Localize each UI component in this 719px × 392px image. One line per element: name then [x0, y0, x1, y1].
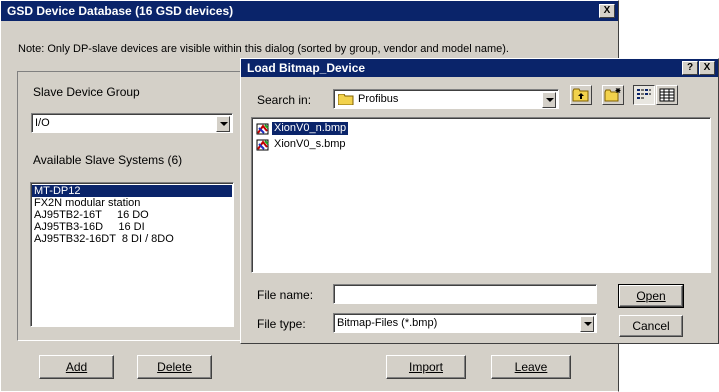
search-in-value: Profibus — [358, 93, 399, 105]
delete-button[interactable]: Delete — [137, 355, 212, 379]
available-slave-systems-label: Available Slave Systems (6) — [33, 153, 183, 167]
import-button[interactable]: Import — [386, 355, 466, 379]
dropdown-arrow-icon[interactable] — [216, 116, 230, 132]
up-folder-icon[interactable] — [570, 85, 592, 105]
cancel-button[interactable]: Cancel — [619, 315, 683, 337]
list-item[interactable]: XionV0_n.bmp — [255, 121, 707, 137]
list-item[interactable]: AJ95TB3-16D 16 DI — [32, 221, 232, 233]
file-name-label: File name: — [257, 288, 313, 302]
gsd-window-title: GSD Device Database (16 GSD devices) — [7, 4, 234, 18]
leave-button[interactable]: Leave — [491, 355, 571, 379]
toolbar — [569, 59, 719, 109]
list-view-icon[interactable] — [633, 85, 655, 105]
slave-systems-list[interactable]: MT-DP12 FX2N modular station AJ95TB2-16T… — [30, 182, 234, 327]
bitmap-file-icon — [256, 138, 270, 155]
file-type-value: Bitmap-Files (*.bmp) — [337, 317, 438, 329]
load-dialog-title: Load Bitmap_Device — [247, 61, 366, 75]
list-item[interactable]: AJ95TB32-16DT 8 DI / 8DO — [32, 233, 232, 245]
new-folder-icon[interactable] — [602, 85, 624, 105]
details-view-icon[interactable] — [656, 85, 678, 105]
search-in-text: Search in: — [257, 93, 312, 107]
search-in-label: Search in: — [257, 93, 311, 107]
open-button[interactable]: Open — [618, 284, 684, 308]
import-button-label: Import — [408, 360, 443, 374]
file-name-input[interactable] — [333, 284, 597, 304]
slave-device-group-select[interactable]: I/O — [31, 113, 233, 133]
load-bitmap-dialog: Load Bitmap_Device ? X Search in: Profib… — [240, 58, 719, 344]
file-type-select[interactable]: Bitmap-Files (*.bmp) — [333, 313, 597, 333]
delete-button-label: Delete — [157, 360, 192, 374]
add-button[interactable]: Add — [39, 355, 114, 379]
file-type-label: File type: — [257, 317, 306, 331]
open-button-label: Open — [636, 289, 666, 303]
folder-icon — [337, 93, 354, 106]
file-type-label-text: File type: — [257, 317, 306, 331]
dropdown-arrow-icon[interactable] — [580, 316, 594, 332]
file-list[interactable]: XionV0_n.bmp XionV0_s.bmp — [251, 117, 711, 273]
add-button-label: Add — [65, 360, 88, 374]
slave-device-group-label: Slave Device Group — [33, 85, 140, 99]
search-in-select[interactable]: Profibus — [333, 89, 559, 109]
gsd-window-titlebar: GSD Device Database (16 GSD devices) X — [1, 1, 618, 21]
file-name-text: XionV0_n.bmp — [270, 121, 350, 136]
list-item[interactable]: FX2N modular station — [32, 197, 232, 209]
file-name-text: XionV0_s.bmp — [274, 138, 346, 150]
slave-device-group-value: I/O — [35, 117, 50, 129]
leave-button-label: Leave — [514, 360, 548, 374]
dropdown-arrow-icon[interactable] — [542, 92, 556, 108]
list-item[interactable]: AJ95TB2-16T 16 DO — [32, 209, 232, 221]
list-item[interactable]: MT-DP12 — [32, 185, 232, 197]
file-name-label-text: File name: — [257, 288, 314, 302]
close-icon[interactable]: X — [599, 4, 615, 18]
dp-slave-note: Note: Only DP-slave devices are visible … — [18, 43, 509, 55]
list-item[interactable]: XionV0_s.bmp — [255, 137, 707, 153]
cancel-button-label: Cancel — [632, 319, 670, 333]
